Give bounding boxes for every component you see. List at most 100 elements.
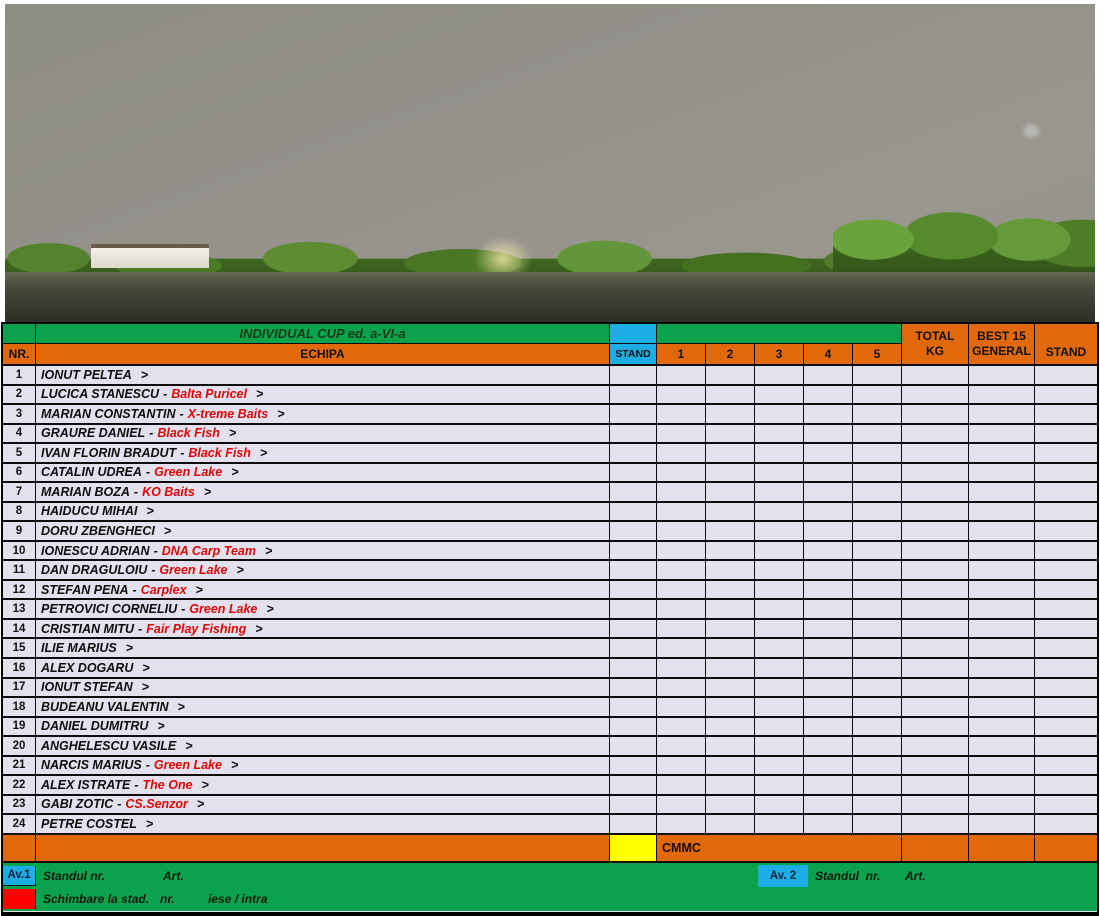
sector-1-cell[interactable] [657, 639, 706, 659]
sector-3-cell[interactable] [755, 483, 804, 503]
stand-right-cell[interactable] [1035, 679, 1097, 699]
stand-cell[interactable] [610, 659, 657, 679]
row-number-cell[interactable]: 1 [3, 366, 36, 386]
sector-4-cell[interactable] [804, 757, 853, 777]
sector-3-cell[interactable] [755, 444, 804, 464]
sector-5-cell[interactable] [853, 639, 902, 659]
row-number-cell[interactable]: 4 [3, 425, 36, 445]
best15-cell[interactable] [969, 464, 1035, 484]
best15-cell[interactable] [969, 483, 1035, 503]
row-number-cell[interactable]: 16 [3, 659, 36, 679]
total-kg-cell[interactable] [902, 698, 969, 718]
competitor-name-cell[interactable]: PETRE COSTEL> [36, 815, 610, 835]
stand-cell[interactable] [610, 718, 657, 738]
sector-3-cell[interactable] [755, 386, 804, 406]
sector-4-cell[interactable] [804, 405, 853, 425]
sector-4-cell[interactable] [804, 483, 853, 503]
sector-2-cell[interactable] [706, 444, 755, 464]
sector-3-cell[interactable] [755, 425, 804, 445]
stand-cell[interactable] [610, 542, 657, 562]
sector-5-cell[interactable] [853, 620, 902, 640]
sector-1-cell[interactable] [657, 366, 706, 386]
sector-2-cell[interactable] [706, 386, 755, 406]
best15-cell[interactable] [969, 796, 1035, 816]
sector-2-cell[interactable] [706, 737, 755, 757]
sector-3-cell[interactable] [755, 698, 804, 718]
row-number-cell[interactable]: 7 [3, 483, 36, 503]
total-kg-cell[interactable] [902, 561, 969, 581]
sector-1-cell[interactable] [657, 718, 706, 738]
stand-right-cell[interactable] [1035, 698, 1097, 718]
total-kg-cell[interactable] [902, 405, 969, 425]
sector-2-cell[interactable] [706, 405, 755, 425]
row-number-cell[interactable]: 9 [3, 522, 36, 542]
sector-3-cell[interactable] [755, 620, 804, 640]
stand-right-cell[interactable] [1035, 503, 1097, 523]
best15-cell[interactable] [969, 581, 1035, 601]
sector-3-cell[interactable] [755, 718, 804, 738]
sector-2-cell[interactable] [706, 483, 755, 503]
sector-3-cell[interactable] [755, 737, 804, 757]
total-kg-cell[interactable] [902, 737, 969, 757]
sector-3-cell[interactable] [755, 366, 804, 386]
total-kg-cell[interactable] [902, 366, 969, 386]
competitor-name-cell[interactable]: BUDEANU VALENTIN> [36, 698, 610, 718]
row-number-cell[interactable]: 11 [3, 561, 36, 581]
sector-4-cell[interactable] [804, 464, 853, 484]
competitor-name-cell[interactable]: PETROVICI CORNELIU-Green Lake> [36, 600, 610, 620]
stand-right-cell[interactable] [1035, 561, 1097, 581]
sector-3-cell[interactable] [755, 405, 804, 425]
bottom-total-cell[interactable] [902, 835, 969, 863]
sector-4-cell[interactable] [804, 620, 853, 640]
total-kg-cell[interactable] [902, 796, 969, 816]
total-kg-cell[interactable] [902, 522, 969, 542]
stand-right-cell[interactable] [1035, 425, 1097, 445]
sector-1-cell[interactable] [657, 464, 706, 484]
best15-cell[interactable] [969, 386, 1035, 406]
sector-3-header[interactable]: 3 [755, 344, 804, 366]
sector-5-cell[interactable] [853, 718, 902, 738]
sector-5-header[interactable]: 5 [853, 344, 902, 366]
stand-right-cell[interactable] [1035, 600, 1097, 620]
stand-right-cell[interactable] [1035, 718, 1097, 738]
best15-cell[interactable] [969, 561, 1035, 581]
row-number-cell[interactable]: 18 [3, 698, 36, 718]
sector-4-cell[interactable] [804, 796, 853, 816]
competitor-name-cell[interactable]: NARCIS MARIUS-Green Lake> [36, 757, 610, 777]
sector-5-cell[interactable] [853, 503, 902, 523]
change-color-key[interactable] [3, 889, 36, 909]
sector-4-cell[interactable] [804, 503, 853, 523]
sector-5-cell[interactable] [853, 581, 902, 601]
sector-2-cell[interactable] [706, 600, 755, 620]
competitor-name-cell[interactable]: DORU ZBENGHECI> [36, 522, 610, 542]
stand-cell[interactable] [610, 600, 657, 620]
sector-3-cell[interactable] [755, 600, 804, 620]
sector-5-cell[interactable] [853, 679, 902, 699]
sector-2-cell[interactable] [706, 639, 755, 659]
echipa-header[interactable]: ECHIPA [36, 344, 610, 366]
sector-4-cell[interactable] [804, 386, 853, 406]
competitor-name-cell[interactable]: IONUT PELTEA> [36, 366, 610, 386]
stand-cell[interactable] [610, 620, 657, 640]
sector-5-cell[interactable] [853, 483, 902, 503]
best15-cell[interactable] [969, 757, 1035, 777]
row-number-cell[interactable]: 5 [3, 444, 36, 464]
row-number-cell[interactable]: 13 [3, 600, 36, 620]
sector-3-cell[interactable] [755, 561, 804, 581]
sector-4-cell[interactable] [804, 581, 853, 601]
stand-right-cell[interactable] [1035, 815, 1097, 835]
stand-right-cell[interactable] [1035, 796, 1097, 816]
competitor-name-cell[interactable]: ALEX DOGARU> [36, 659, 610, 679]
bottom-echipa-cell[interactable] [36, 835, 610, 863]
bottom-stand-right-cell[interactable] [1035, 835, 1097, 863]
sectors-header-top-cell[interactable] [657, 324, 902, 344]
stand-cell[interactable] [610, 737, 657, 757]
stand-header[interactable]: STAND [610, 344, 657, 366]
sector-5-cell[interactable] [853, 600, 902, 620]
sector-4-cell[interactable] [804, 698, 853, 718]
sector-2-cell[interactable] [706, 503, 755, 523]
sector-5-cell[interactable] [853, 659, 902, 679]
sector-2-cell[interactable] [706, 776, 755, 796]
stand-right-cell[interactable] [1035, 542, 1097, 562]
sector-2-cell[interactable] [706, 679, 755, 699]
